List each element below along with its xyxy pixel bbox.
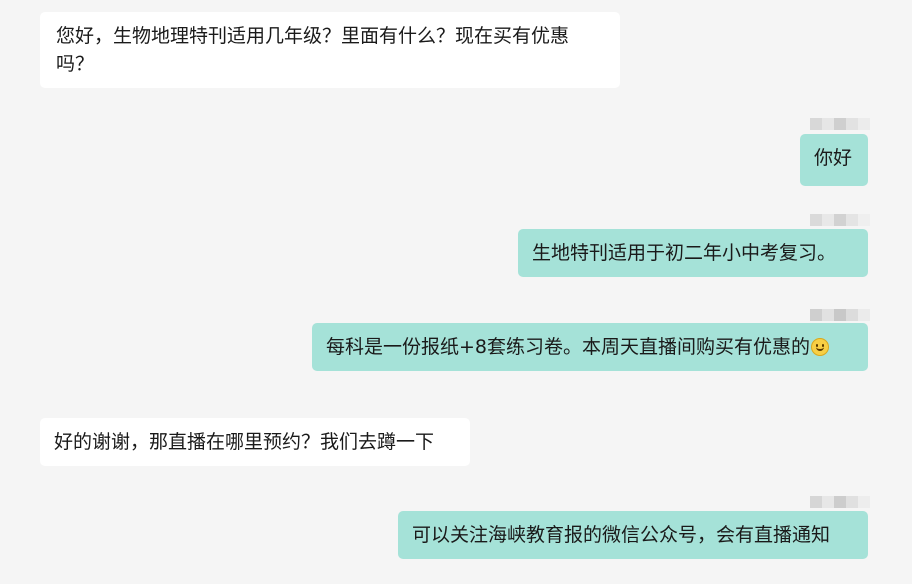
message-bubble-incoming: 好的谢谢，那直播在哪里预约？我们去蹲一下 xyxy=(40,418,470,466)
message-text: 可以关注海峡教育报的微信公众号，会有直播通知 xyxy=(412,524,831,546)
message-bubble-incoming: 您好，生物地理特刊适用几年级？里面有什么？现在买有优惠吗？ xyxy=(40,12,620,88)
message-text: 每科是一份报纸+8套练习卷。本周天直播间购买有优惠的 xyxy=(326,336,811,358)
message-bubble-outgoing: 每科是一份报纸+8套练习卷。本周天直播间购买有优惠的 xyxy=(312,323,868,371)
pixelated-avatar xyxy=(810,214,870,226)
message-text: 你好 xyxy=(814,147,853,169)
pixelated-avatar xyxy=(810,118,870,130)
message-bubble-outgoing: 你好 xyxy=(800,134,868,186)
chat-window: 您好，生物地理特刊适用几年级？里面有什么？现在买有优惠吗？ 你好 生地特刊适用于… xyxy=(0,0,912,584)
message-bubble-outgoing: 生地特刊适用于初二年小中考复习。 xyxy=(518,229,868,277)
message-text: 生地特刊适用于初二年小中考复习。 xyxy=(532,242,837,264)
pixelated-avatar xyxy=(810,309,870,321)
smiling-face-icon xyxy=(811,338,830,356)
message-bubble-outgoing: 可以关注海峡教育报的微信公众号，会有直播通知 xyxy=(398,511,868,559)
message-text: 您好，生物地理特刊适用几年级？里面有什么？现在买有优惠吗？ xyxy=(56,25,570,75)
pixelated-avatar xyxy=(810,496,870,508)
message-text: 好的谢谢，那直播在哪里预约？我们去蹲一下 xyxy=(54,431,435,453)
